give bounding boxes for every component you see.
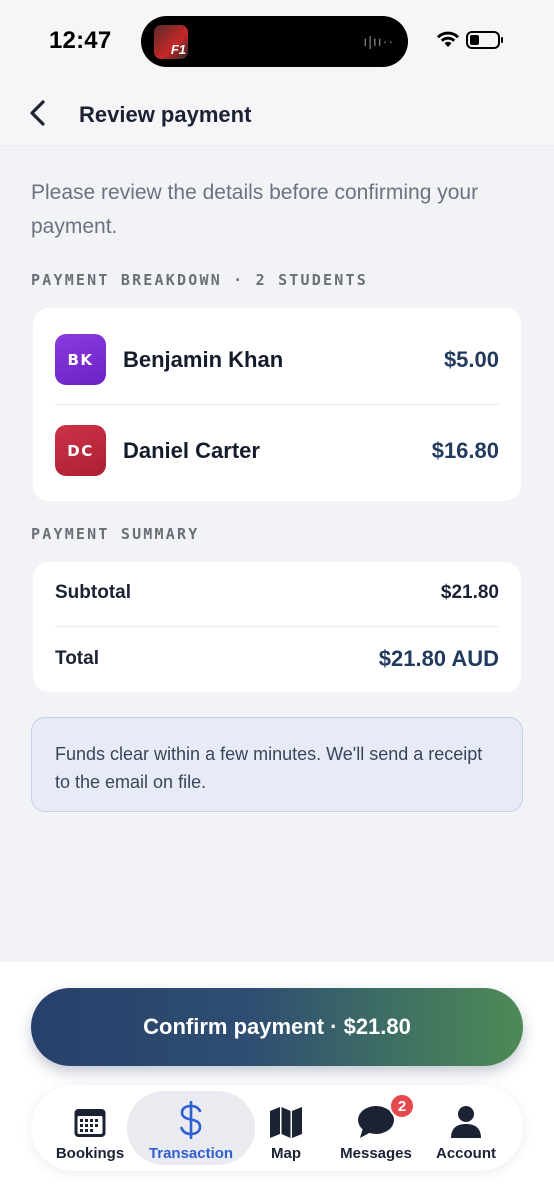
clock: 12:47 [49, 27, 112, 54]
page-title: Review payment [79, 102, 252, 127]
now-playing-thumbnail-text: F1 [170, 42, 186, 57]
now-playing-thumbnail: F1 [154, 25, 188, 59]
breakdown-card: BK Benjamin Khan $5.00 DC Daniel Carter … [33, 308, 521, 501]
wifi-icon [437, 31, 459, 47]
breakdown-section-label: PAYMENT BREAKDOWN · 2 STUDENTS [31, 271, 368, 289]
tab-account[interactable]: Account [427, 1091, 505, 1165]
summary-card: Subtotal $21.80 Total $21.80 AUD [33, 562, 521, 692]
tab-label: Map [271, 1145, 301, 1162]
tab-map[interactable]: Map [249, 1091, 323, 1165]
chevron-left-icon[interactable] [24, 98, 54, 128]
tab-bar: Bookings Transaction Map Messages 2 Acco… [31, 1085, 523, 1171]
student-row[interactable]: DC Daniel Carter $16.80 [55, 425, 499, 476]
summary-section-label: PAYMENT SUMMARY [31, 525, 200, 543]
calendar-icon [74, 1109, 106, 1137]
tab-label: Messages [340, 1145, 412, 1162]
divider [55, 626, 499, 627]
student-avatar: DC [55, 425, 106, 476]
confirm-payment-button[interactable]: Confirm payment · $21.80 [31, 988, 523, 1066]
student-name: Daniel Carter [123, 437, 260, 463]
tab-messages[interactable]: Messages 2 [331, 1091, 421, 1165]
intro-text: Please review the details before confirm… [31, 181, 479, 238]
tab-label: Bookings [55, 1145, 125, 1162]
unread-badge: 2 [389, 1093, 415, 1119]
tab-bookings[interactable]: Bookings [49, 1091, 131, 1165]
total-row: Total $21.80 AUD [55, 646, 499, 672]
dynamic-island[interactable]: F1 ı|ıı·· [141, 16, 408, 67]
dollar-icon [180, 1101, 202, 1139]
total-value: $21.80 AUD [378, 646, 499, 671]
person-icon [451, 1106, 481, 1138]
total-label: Total [55, 648, 99, 669]
subtotal-value: $21.80 [440, 582, 499, 603]
audio-wave-icon: ı|ıı·· [363, 33, 394, 49]
divider [55, 404, 499, 405]
battery-icon [466, 31, 503, 49]
map-icon [270, 1107, 302, 1138]
student-amount: $5.00 [443, 346, 499, 372]
student-avatar: BK [55, 334, 106, 385]
student-amount: $16.80 [431, 437, 499, 463]
subtotal-label: Subtotal [55, 582, 131, 603]
info-notice: Funds clear within a few minutes. We'll … [31, 717, 523, 812]
subtotal-row: Subtotal $21.80 [55, 582, 499, 604]
tab-label: Transaction [148, 1145, 234, 1162]
tab-transaction[interactable]: Transaction [127, 1091, 255, 1165]
nav-header: Review payment [0, 80, 554, 146]
tab-label: Account [436, 1145, 496, 1162]
student-name: Benjamin Khan [123, 346, 284, 372]
student-row[interactable]: BK Benjamin Khan $5.00 [55, 334, 499, 385]
status-bar: 12:47 F1 ı|ıı·· [0, 0, 554, 80]
